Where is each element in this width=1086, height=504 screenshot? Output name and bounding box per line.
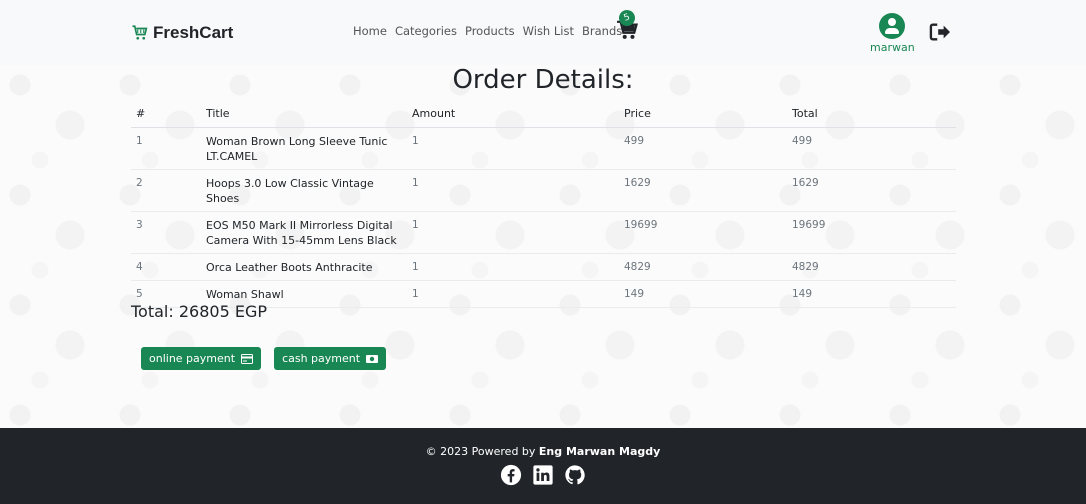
row-amount: 1 [407,211,619,254]
header-title: Title [201,102,407,128]
order-total: Total: 26805 EGP [131,302,267,321]
row-index: 1 [131,127,201,170]
online-payment-button[interactable]: online payment [141,347,262,370]
row-price: 499 [619,127,787,170]
cart-button[interactable]: 5 [614,7,640,42]
table-header-row: # Title Amount Price Total [131,102,956,128]
row-total: 1629 [787,169,956,212]
row-price: 1629 [619,169,787,212]
row-index: 2 [131,169,201,212]
row-amount: 1 [407,169,619,212]
nav-link-products[interactable]: Products [465,24,515,38]
header-price: Price [619,102,787,128]
nav-link-wishlist[interactable]: Wish List [523,24,574,38]
page-title: Order Details: [452,65,634,95]
nav-link-home[interactable]: Home [353,24,387,38]
online-payment-label: online payment [149,352,236,365]
user-circle-icon [879,13,905,39]
row-title: Woman Brown Long Sleeve Tunic LT.CAMEL [201,127,407,170]
header-index: # [131,102,201,128]
table-row: 3 EOS M50 Mark II Mirrorless Digital Cam… [131,211,956,254]
github-icon [565,465,585,485]
row-title: Orca Leather Boots Anthracite [201,253,407,281]
footer-credit: © 2023 Powered by Eng Marwan Magdy [0,445,1086,458]
table-row: 2 Hoops 3.0 Low Classic Vintage Shoes 1 … [131,169,956,212]
footer-prefix: © 2023 Powered by [425,445,536,458]
row-total: 4829 [787,253,956,281]
payment-buttons: online payment cash payment [141,347,387,370]
table-row: 1 Woman Brown Long Sleeve Tunic LT.CAMEL… [131,127,956,170]
cart-icon [132,25,148,40]
header-total: Total [787,102,956,128]
row-index: 4 [131,253,201,281]
facebook-icon [500,464,522,486]
linkedin-link[interactable] [532,464,554,486]
brand-name: FreshCart [153,23,234,42]
table-row: 4 Orca Leather Boots Anthracite 1 4829 4… [131,253,956,281]
social-links [0,464,1086,486]
nav-link-categories[interactable]: Categories [395,24,457,38]
user-profile[interactable]: marwan [870,13,915,57]
footer-author[interactable]: Eng Marwan Magdy [539,445,660,458]
footer: © 2023 Powered by Eng Marwan Magdy [0,428,1086,504]
github-link[interactable] [564,464,586,486]
brand-logo[interactable]: FreshCart [131,22,233,44]
row-title: Hoops 3.0 Low Classic Vintage Shoes [201,169,407,212]
linkedin-icon [533,465,553,485]
facebook-link[interactable] [500,464,522,486]
money-bill-icon [366,354,379,363]
logout-icon [929,23,950,41]
credit-card-icon [241,353,254,364]
navbar: FreshCart Home Categories Products Wish … [0,0,1086,65]
row-total: 149 [787,280,956,308]
row-price: 149 [619,280,787,308]
row-index: 3 [131,211,201,254]
header-amount: Amount [407,102,619,128]
cash-payment-button[interactable]: cash payment [274,347,387,370]
row-amount: 1 [407,253,619,281]
row-price: 4829 [619,253,787,281]
row-total: 499 [787,127,956,170]
nav-links: Home Categories Products Wish List Brand… [353,24,622,38]
logout-button[interactable] [929,22,951,42]
order-table: # Title Amount Price Total 1 Woman Brown… [131,102,956,308]
row-amount: 1 [407,280,619,308]
username: marwan [870,41,915,54]
row-amount: 1 [407,127,619,170]
row-total: 19699 [787,211,956,254]
row-price: 19699 [619,211,787,254]
row-title: EOS M50 Mark II Mirrorless Digital Camer… [201,211,407,254]
cash-payment-label: cash payment [282,352,361,365]
